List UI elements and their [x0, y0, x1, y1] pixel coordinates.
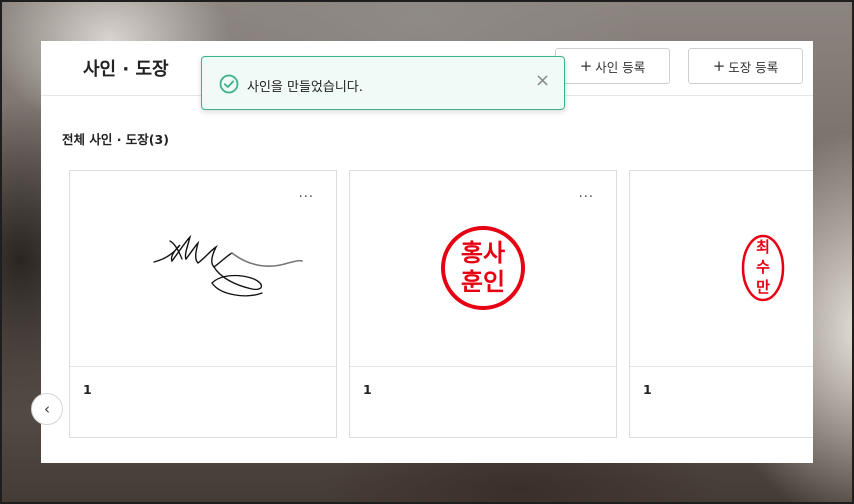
oval-stamp-image: 최 수 만 [741, 234, 785, 302]
add-sign-button[interactable]: + 사인 등록 [555, 48, 670, 84]
stamp-text-line: 홍사 [461, 239, 505, 267]
check-circle-icon [219, 74, 239, 94]
add-sign-label: 사인 등록 [595, 59, 646, 75]
close-icon[interactable]: × [535, 72, 550, 90]
card-menu-icon[interactable]: ··· [579, 191, 594, 204]
add-stamp-label: 도장 등록 [728, 59, 779, 75]
card-name: 1 [643, 382, 652, 397]
add-stamp-button[interactable]: + 도장 등록 [688, 48, 803, 84]
card-menu-icon[interactable]: ··· [299, 191, 314, 204]
stamp-text-line: 수 [756, 258, 770, 276]
chevron-left-icon: ‹ [44, 400, 50, 418]
stamp-text-line: 훈인 [461, 268, 505, 296]
card-list: ··· 1 홍사 훈인 ··· 1 최 수 만 1 [41, 170, 813, 438]
prev-arrow-button[interactable]: ‹ [31, 393, 63, 425]
signature-preview [70, 171, 336, 367]
stamp-text-line: 만 [756, 278, 770, 296]
card-name: 1 [83, 382, 92, 397]
card-name: 1 [363, 382, 372, 397]
success-toast: 사인을 만들었습니다. × [201, 56, 565, 110]
stamp-text-line: 최 [756, 238, 770, 256]
stamp-card[interactable]: 최 수 만 1 [629, 170, 813, 438]
page-title: 사인 · 도장 [83, 59, 169, 80]
plus-icon: + [579, 56, 593, 75]
section-title: 전체 사인 · 도장(3) [62, 132, 169, 147]
stamp-card[interactable]: 홍사 훈인 ··· 1 [349, 170, 617, 438]
toast-message: 사인을 만들었습니다. [247, 80, 363, 95]
plus-icon: + [712, 56, 726, 75]
signature-card[interactable]: ··· 1 [69, 170, 337, 438]
stamp-preview: 최 수 만 [630, 171, 813, 367]
stamp-preview: 홍사 훈인 [350, 171, 616, 367]
